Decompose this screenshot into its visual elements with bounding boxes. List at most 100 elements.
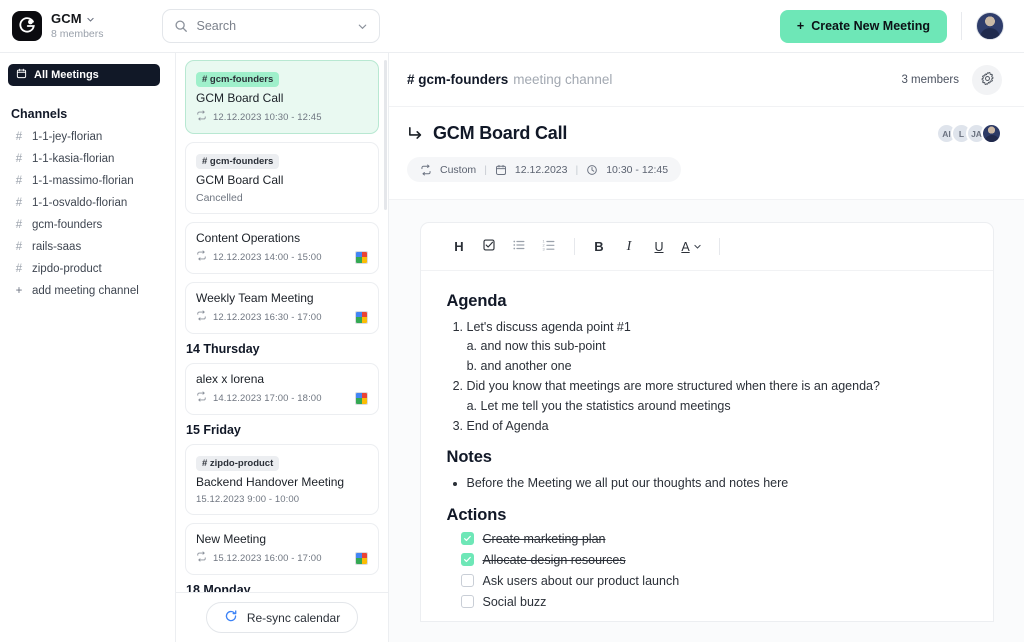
refresh-icon xyxy=(224,609,238,626)
meeting-card-title: GCM Board Call xyxy=(196,91,284,105)
text-color-button[interactable]: A xyxy=(677,234,707,259)
document-content[interactable]: Agenda Let's discuss agenda point #1and … xyxy=(421,271,993,609)
google-calendar-icon xyxy=(355,391,368,405)
meeting-card-when: 12.12.2023 10:30 - 12:45 xyxy=(213,111,322,123)
repeat-icon xyxy=(196,310,207,324)
meeting-time: 10:30 - 12:45 xyxy=(606,163,669,176)
checkbox-checked-icon[interactable] xyxy=(460,553,474,567)
meeting-card[interactable]: alex x lorena 14.12.2023 17:00 - 18:00 xyxy=(185,363,379,415)
sidebar-item-1-1-massimo-florian[interactable]: #1-1-massimo-florian xyxy=(8,170,167,192)
sidebar: All Meetings Channels #1-1-jey-florian #1… xyxy=(0,53,175,642)
meeting-card-when: 14.12.2023 17:00 - 18:00 xyxy=(213,392,322,404)
editor-toolbar: H 1 2 3 B I U A xyxy=(420,223,993,271)
attendee-avatars[interactable]: Al L JA xyxy=(936,123,1002,144)
ordered-list-button[interactable]: 123 xyxy=(537,234,562,259)
bullet-list-button[interactable] xyxy=(507,234,532,259)
heading-button[interactable]: H xyxy=(447,234,472,259)
agenda-subitem: and another one xyxy=(481,357,967,376)
action-item-label: Social buzz xyxy=(482,594,547,609)
sidebar-item-label: 1-1-osvaldo-florian xyxy=(32,197,128,209)
meeting-card-title: GCM Board Call xyxy=(196,173,284,187)
bullet-list-icon xyxy=(512,238,526,255)
gear-icon xyxy=(980,71,995,89)
underline-button[interactable]: U xyxy=(647,234,672,259)
google-calendar-icon xyxy=(355,250,368,264)
hash-icon: # xyxy=(15,175,23,187)
action-item-label: Allocate design resources xyxy=(482,552,626,567)
resync-calendar-button[interactable]: Re-sync calendar xyxy=(205,602,359,633)
meeting-card-title: New Meeting xyxy=(196,532,267,546)
attendee-avatar-photo[interactable] xyxy=(981,123,1002,144)
sidebar-item-rails-saas[interactable]: # rails-saas xyxy=(8,236,167,258)
sidebar-item-gcm-founders[interactable]: # gcm-founders xyxy=(8,214,167,236)
sidebar-item-label: rails-saas xyxy=(32,241,82,253)
italic-button[interactable]: I xyxy=(617,234,642,259)
meeting-date: 12.12.2023 xyxy=(514,163,568,176)
search-input[interactable]: Search xyxy=(161,9,380,43)
add-meeting-channel-button[interactable]: + add meeting channel xyxy=(8,280,167,302)
meeting-card-meta: 12.12.2023 10:30 - 12:45 xyxy=(196,110,368,124)
search-placeholder: Search xyxy=(196,19,237,33)
workspace-name: GCM xyxy=(51,11,82,26)
agenda-sublist: Let me tell you the statistics around me… xyxy=(481,397,967,416)
chevron-down-icon[interactable] xyxy=(357,21,368,32)
search-area: Search xyxy=(161,9,380,43)
hash-icon: # xyxy=(15,263,23,275)
hash-icon: # xyxy=(15,241,23,253)
sidebar-item-1-1-jey-florian[interactable]: #1-1-jey-florian xyxy=(8,126,167,148)
chevron-down-icon xyxy=(86,15,95,24)
agenda-item: Let's discuss agenda point #1and now thi… xyxy=(467,318,967,376)
channel-settings-button[interactable] xyxy=(972,64,1002,95)
meeting-card[interactable]: New Meeting 15.12.2023 16:00 - 17:00 xyxy=(185,523,379,575)
meeting-card-status: Cancelled xyxy=(196,192,243,204)
meeting-card-title: Backend Handover Meeting xyxy=(196,475,345,489)
workspace-text: GCM 8 members xyxy=(51,11,104,40)
create-new-meeting-button[interactable]: + Create New Meeting xyxy=(779,9,947,43)
body: All Meetings Channels #1-1-jey-florian #1… xyxy=(0,53,1024,642)
repeat-icon xyxy=(196,391,207,405)
repeat-icon xyxy=(196,551,207,565)
meeting-card[interactable]: Weekly Team Meeting 12.12.2023 16:30 - 17… xyxy=(185,282,379,334)
sidebar-item-1-1-osvaldo-florian[interactable]: #1-1-osvaldo-florian xyxy=(8,192,167,214)
meeting-card[interactable]: Content Operations 12.12.2023 14:00 - 15:… xyxy=(185,222,379,274)
google-calendar-icon xyxy=(355,551,368,565)
sidebar-item-all-meetings[interactable]: All Meetings xyxy=(8,64,160,86)
hash-icon: # xyxy=(15,197,23,209)
bold-button[interactable]: B xyxy=(587,234,612,259)
meeting-card-meta: 12.12.2023 16:30 - 17:00 xyxy=(196,310,368,324)
meta-separator-2: | xyxy=(575,163,579,176)
channel-subtitle: meeting channel xyxy=(513,72,613,87)
agenda-item: Did you know that meetings are more stru… xyxy=(467,377,967,416)
channel-tag: # gcm-founders xyxy=(196,72,280,87)
checkbox-icon xyxy=(482,238,496,255)
meeting-meta: Custom | 12.12.2023 | 10:30 - 12:45 xyxy=(407,157,682,182)
meeting-card-title: alex x lorena xyxy=(196,372,265,386)
avatar[interactable] xyxy=(976,12,1004,40)
meeting-card[interactable]: # zipdo-product Backend Handover Meeting 1… xyxy=(185,444,379,515)
checkbox-icon[interactable] xyxy=(460,595,474,609)
heading-label: H xyxy=(454,239,464,254)
sidebar-item-1-1-kasia-florian[interactable]: #1-1-kasia-florian xyxy=(8,148,167,170)
checkbox-checked-icon[interactable] xyxy=(460,532,474,546)
actions-list: Create marketing plan Allocate design res… xyxy=(447,532,967,609)
meeting-card-meta: 15.12.2023 16:00 - 17:00 xyxy=(196,551,368,565)
sidebar-item-zipdo-product[interactable]: # zipdo-product xyxy=(8,258,167,280)
calendar-icon xyxy=(16,68,27,82)
action-item[interactable]: Allocate design resources xyxy=(460,552,967,567)
meeting-card-meta: 15.12.2023 9:00 - 10:00 xyxy=(196,494,368,505)
meeting-list-scrollbar[interactable] xyxy=(384,60,387,210)
checkbox-icon[interactable] xyxy=(460,574,474,588)
meeting-card[interactable]: # gcm-founders GCM Board Call Cancelled xyxy=(185,142,379,214)
italic-label: I xyxy=(626,238,632,254)
chevron-down-icon xyxy=(693,239,702,254)
action-item[interactable]: Create marketing plan xyxy=(460,532,967,546)
google-calendar-icon xyxy=(355,310,368,324)
plus-icon: + xyxy=(15,285,23,297)
action-item[interactable]: Ask users about our product launch xyxy=(460,573,967,588)
meeting-card[interactable]: # gcm-founders GCM Board Call 12.12.2023 1… xyxy=(185,60,379,134)
workspace-members: 8 members xyxy=(51,27,104,40)
action-item-label: Ask users about our product launch xyxy=(482,573,680,588)
action-item[interactable]: Social buzz xyxy=(460,594,967,609)
workspace-switcher[interactable]: GCM 8 members xyxy=(12,11,104,41)
task-list-button[interactable] xyxy=(477,234,502,259)
